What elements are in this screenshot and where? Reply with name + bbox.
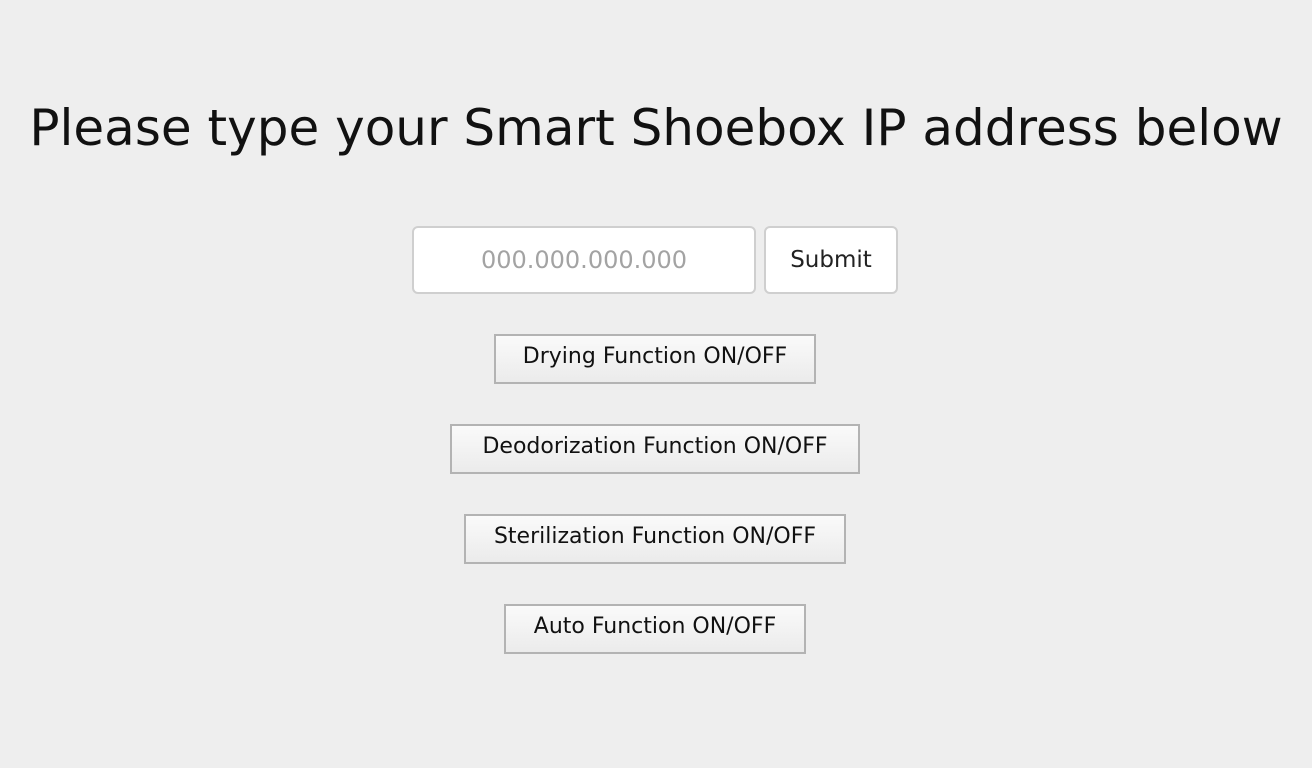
auto-function-toggle-button[interactable]: Auto Function ON/OFF [504,604,806,654]
ip-address-input[interactable] [412,226,756,294]
drying-function-toggle-button[interactable]: Drying Function ON/OFF [494,334,816,384]
ip-address-form: Submit [412,226,900,294]
page-title: Please type your Smart Shoebox IP addres… [29,99,1283,157]
submit-button[interactable]: Submit [764,226,898,294]
sterilization-function-toggle-button[interactable]: Sterilization Function ON/OFF [464,514,846,564]
deodorization-function-toggle-button[interactable]: Deodorization Function ON/OFF [450,424,860,474]
page: Please type your Smart Shoebox IP addres… [0,0,1312,768]
